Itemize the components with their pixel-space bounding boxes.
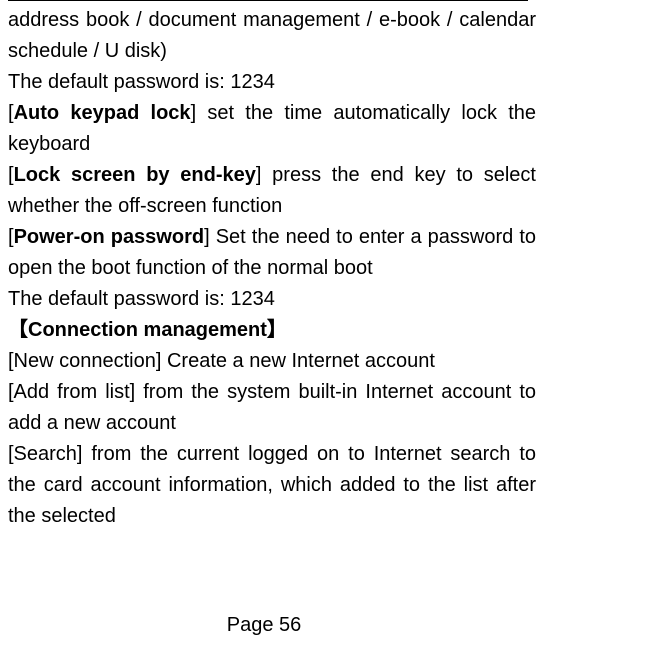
document-page: address book / document management / e-b… [0,0,655,649]
paragraph-address-book: address book / document management / e-b… [8,5,536,67]
paragraph-lock-screen: [Lock screen by end-key] press the end k… [8,160,536,222]
paragraph-new-connection: [New connection] Create a new Internet a… [8,346,536,377]
label-power-on: Power-on password [14,226,205,248]
paragraph-default-password-1: The default password is: 1234 [8,67,536,98]
paragraph-power-on: [Power-on password] Set the need to ente… [8,222,536,284]
paragraph-auto-keypad-lock: [Auto keypad lock] set the time automati… [8,98,536,160]
paragraph-add-from-list: [Add from list] from the system built-in… [8,377,536,439]
label-auto-keypad-lock: Auto keypad lock [14,102,191,124]
document-body: address book / document management / e-b… [8,5,536,532]
horizontal-rule [8,0,528,1]
page-number: Page 56 [0,614,528,637]
paragraph-default-password-2: The default password is: 1234 [8,284,536,315]
paragraph-search: [Search] from the current logged on to I… [8,439,536,532]
heading-connection-management: 【Connection management】 [8,315,536,346]
label-lock-screen: Lock screen by end-key [14,164,256,186]
